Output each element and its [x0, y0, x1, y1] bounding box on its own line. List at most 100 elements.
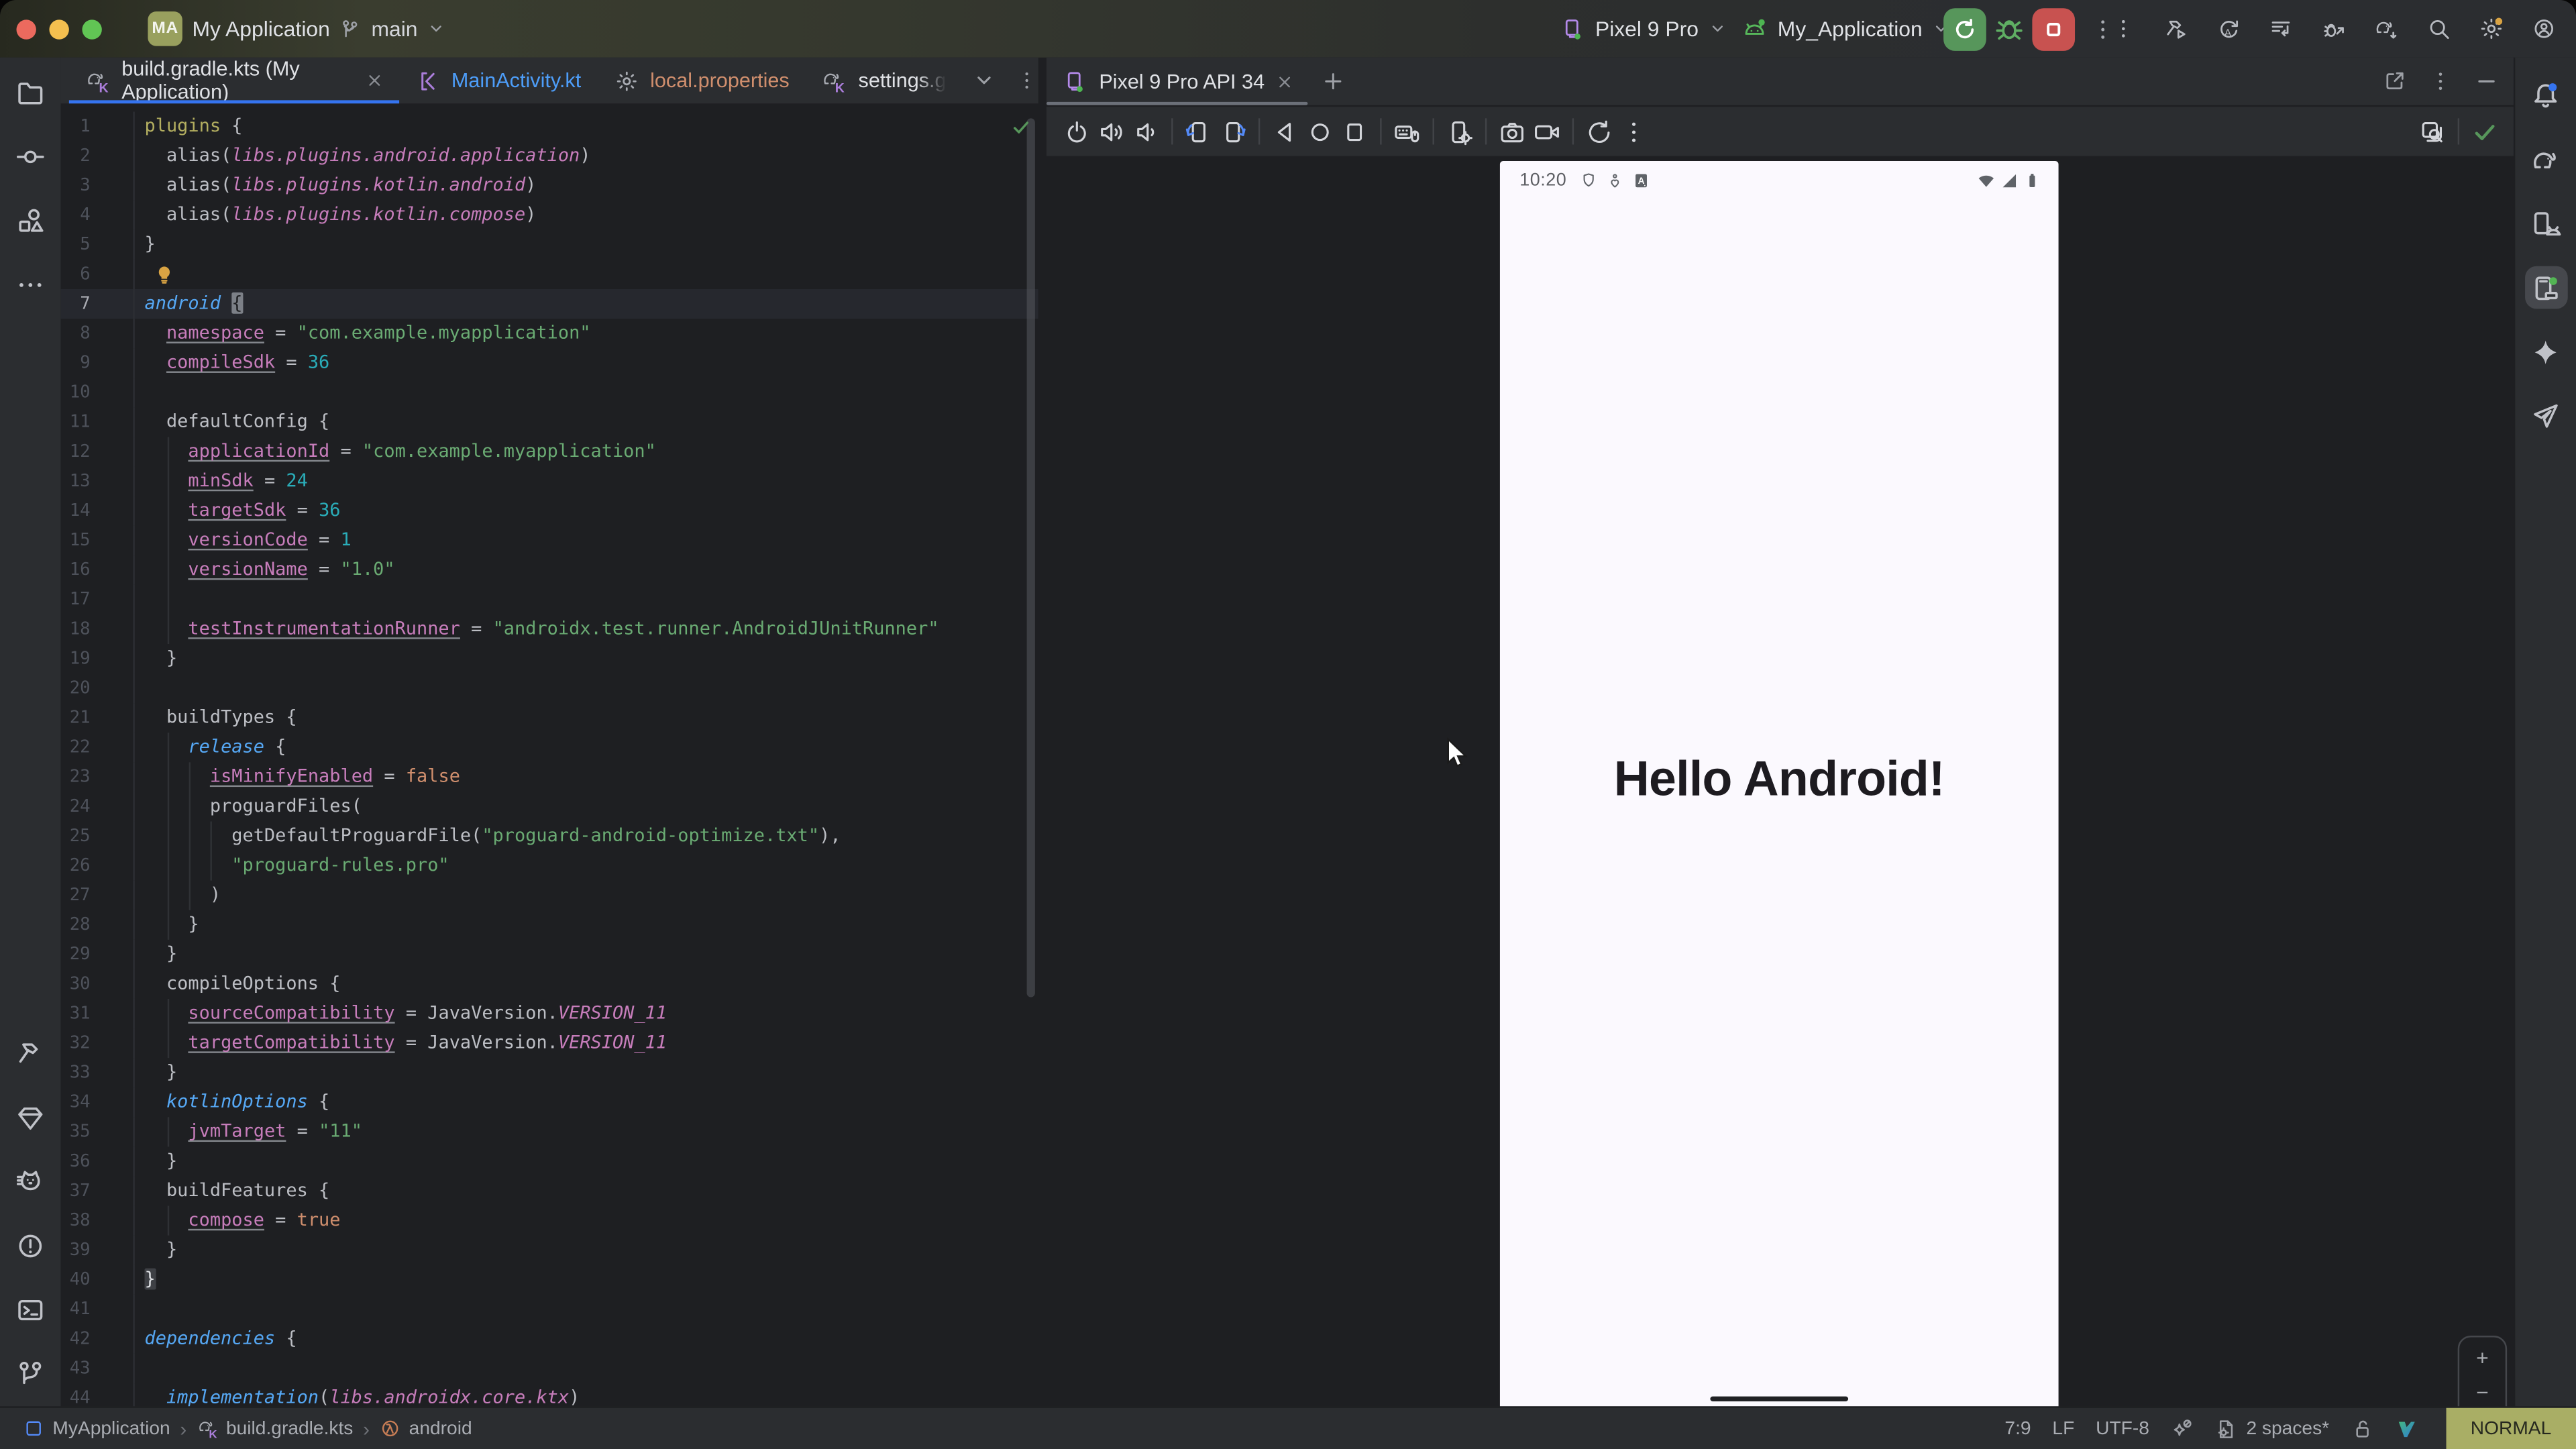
nav-home-icon[interactable] [1306, 117, 1334, 146]
line-number[interactable]: 33 [61, 1058, 133, 1087]
code-line[interactable]: 1plugins { [61, 112, 1038, 142]
run-configuration-selector[interactable]: My_Application [1741, 0, 1950, 58]
chevron-down-icon[interactable] [973, 69, 996, 92]
line-number[interactable]: 14 [61, 496, 133, 526]
breadcrumb-item[interactable]: android [380, 1417, 472, 1439]
code-line[interactable]: 19 } [61, 644, 1038, 674]
code-line[interactable]: 16 versionName = "1.0" [61, 555, 1038, 585]
tool-stripe-button-plane[interactable] [2524, 394, 2567, 437]
add-device-button[interactable] [1320, 58, 1345, 105]
apply-code-icon[interactable] [2269, 16, 2294, 41]
intention-bulb-icon[interactable] [153, 263, 176, 286]
code-line[interactable]: 40} [61, 1265, 1038, 1295]
line-number[interactable]: 1 [61, 112, 133, 142]
line-number[interactable]: 32 [61, 1028, 133, 1058]
volume-down-icon[interactable] [1132, 117, 1160, 146]
line-number[interactable]: 17 [61, 585, 133, 614]
editor-tab[interactable]: Ksettings.g [806, 58, 963, 104]
tool-stripe-button-gem[interactable] [9, 1095, 52, 1138]
code-line[interactable]: 18 testInstrumentationRunner = "androidx… [61, 614, 1038, 644]
code-line[interactable]: 43 [61, 1354, 1038, 1383]
breadcrumb-item[interactable]: MyApplication [23, 1417, 170, 1439]
code-line[interactable]: 4 alias(libs.plugins.kotlin.compose) [61, 201, 1038, 230]
tool-stripe-button-hammer[interactable] [9, 1032, 52, 1075]
line-number[interactable]: 21 [61, 703, 133, 733]
lock-open-icon[interactable] [2351, 1417, 2373, 1440]
code-line[interactable]: 3 alias(libs.plugins.kotlin.android) [61, 171, 1038, 201]
code-editor[interactable]: 1plugins {2 alias(libs.plugins.android.a… [61, 105, 1038, 1408]
rerun-button[interactable] [1943, 7, 1986, 50]
kebab-icon[interactable] [2428, 69, 2453, 94]
code-line[interactable]: 14 targetSdk = 36 [61, 496, 1038, 526]
code-line[interactable]: 25 getDefaultProguardFile("proguard-andr… [61, 821, 1038, 851]
line-number[interactable]: 28 [61, 910, 133, 940]
line-number[interactable]: 10 [61, 378, 133, 407]
rotate-right-icon[interactable] [1219, 117, 1247, 146]
close-tab-icon[interactable] [366, 72, 382, 89]
close-icon[interactable] [1276, 73, 1292, 89]
screenshot-icon[interactable] [1498, 117, 1526, 146]
kebab-icon[interactable] [2111, 16, 2136, 41]
vim-mode-badge[interactable]: NORMAL [2446, 1408, 2576, 1449]
code-line[interactable]: 21 buildTypes { [61, 703, 1038, 733]
code-line[interactable]: 9 compileSdk = 36 [61, 348, 1038, 378]
volume-up-icon[interactable] [1097, 117, 1126, 146]
build-hammer-icon[interactable] [2163, 16, 2188, 41]
line-number[interactable]: 37 [61, 1176, 133, 1205]
line-number[interactable]: 12 [61, 437, 133, 466]
code-line[interactable]: 27 ) [61, 881, 1038, 910]
code-line[interactable]: 37 buildFeatures { [61, 1176, 1038, 1205]
code-line[interactable]: 42dependencies { [61, 1324, 1038, 1354]
tool-stripe-button-git-branch[interactable] [9, 1352, 52, 1395]
indent-widget[interactable]: 2 spaces* [2215, 1417, 2329, 1440]
line-number[interactable]: 11 [61, 407, 133, 437]
line-number[interactable]: 34 [61, 1087, 133, 1117]
code-line[interactable]: 36 } [61, 1146, 1038, 1176]
line-number[interactable]: 18 [61, 614, 133, 644]
tool-stripe-button-problems[interactable] [9, 1224, 52, 1267]
code-line[interactable]: 6 [61, 260, 1038, 289]
code-line[interactable]: 5} [61, 230, 1038, 260]
code-line[interactable]: 31 sourceCompatibility = JavaVersion.VER… [61, 999, 1038, 1028]
device-settings-icon[interactable] [1446, 117, 1474, 146]
layers-search-icon[interactable] [2418, 117, 2447, 146]
branch-selector[interactable]: main [338, 0, 445, 58]
line-number[interactable]: 44 [61, 1383, 133, 1408]
attach-debugger-icon[interactable] [2321, 16, 2346, 41]
code-line[interactable]: 12 applicationId = "com.example.myapplic… [61, 437, 1038, 466]
code-line[interactable]: 23 isMinifyEnabled = false [61, 762, 1038, 792]
code-line[interactable]: 29 } [61, 940, 1038, 969]
caret-position-widget[interactable]: 7:9 [2004, 1419, 2031, 1438]
tool-stripe-button-running-devices[interactable] [2524, 266, 2567, 309]
open-new-icon[interactable] [2382, 69, 2407, 94]
line-separator-widget[interactable]: LF [2052, 1419, 2074, 1438]
close-window-button[interactable] [16, 19, 36, 38]
line-number[interactable]: 8 [61, 319, 133, 348]
code-line[interactable]: 8 namespace = "com.example.myapplication… [61, 319, 1038, 348]
code-line[interactable]: 34 kotlinOptions { [61, 1087, 1038, 1117]
editor-tab[interactable]: MainActivity.kt [399, 58, 598, 104]
kebab-icon[interactable] [1620, 117, 1648, 146]
line-number[interactable]: 19 [61, 644, 133, 674]
zoom-in-button[interactable]: + [2476, 1349, 2489, 1368]
tool-stripe-button-device-manager[interactable] [2524, 202, 2567, 245]
line-number[interactable]: 5 [61, 230, 133, 260]
nav-back-icon[interactable] [1272, 117, 1300, 146]
power-icon[interactable] [1063, 117, 1091, 146]
code-line[interactable]: 41 [61, 1295, 1038, 1324]
code-line[interactable]: 38 compose = true [61, 1206, 1038, 1236]
settings-icon[interactable] [2479, 16, 2504, 41]
minimize-icon[interactable] [2474, 69, 2499, 94]
tool-stripe-button-gradle-elephant[interactable] [2524, 138, 2567, 181]
line-number[interactable]: 31 [61, 999, 133, 1028]
vim-plugin-icon[interactable] [2395, 1417, 2418, 1440]
code-line[interactable]: 32 targetCompatibility = JavaVersion.VER… [61, 1028, 1038, 1058]
code-line[interactable]: 24 proguardFiles( [61, 792, 1038, 821]
line-number[interactable]: 43 [61, 1354, 133, 1383]
zoom-window-button[interactable] [82, 19, 101, 38]
editor-tab[interactable]: local.properties [598, 58, 806, 104]
stop-button[interactable] [2032, 7, 2075, 50]
line-number[interactable]: 27 [61, 881, 133, 910]
line-number[interactable]: 2 [61, 142, 133, 171]
editor-scrollbar[interactable] [1027, 118, 1035, 997]
